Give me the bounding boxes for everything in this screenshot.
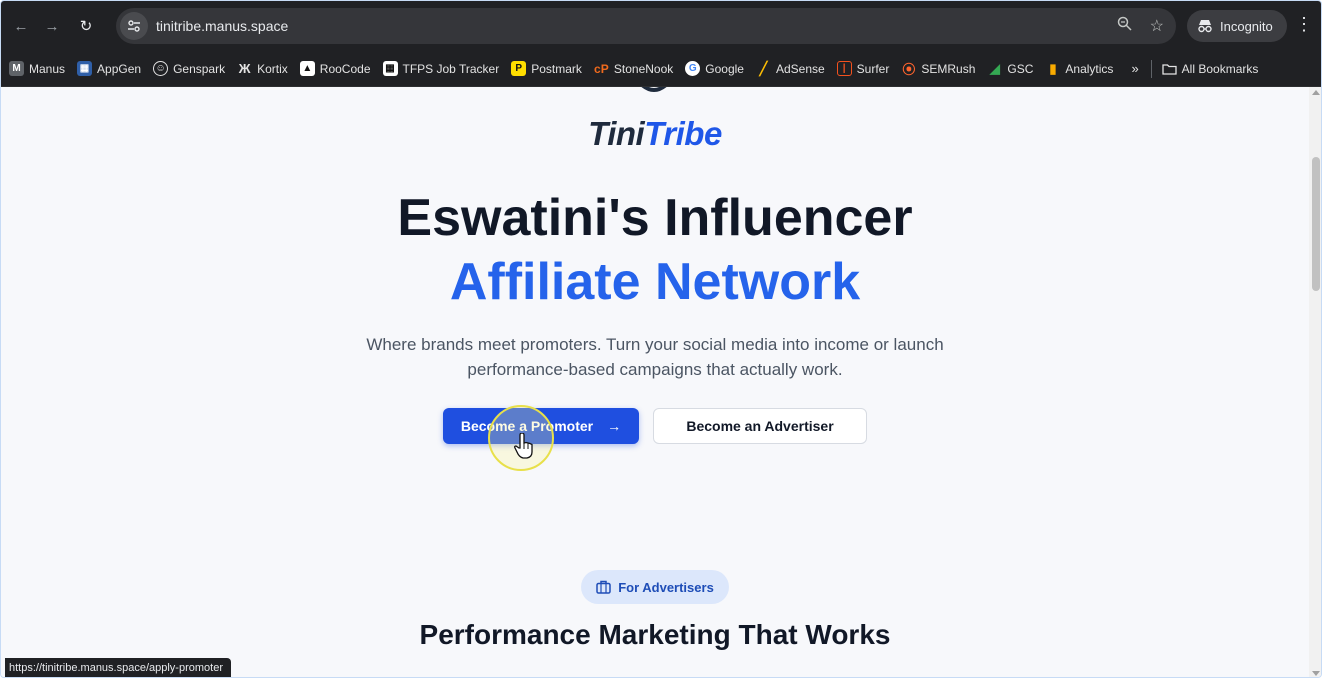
bookmark-item[interactable]: M Manus <box>9 61 65 76</box>
incognito-icon <box>1198 20 1212 33</box>
bookmark-label: GSC <box>1007 61 1034 76</box>
site-info-icon[interactable] <box>120 12 148 40</box>
url-text[interactable]: tinitribe.manus.space <box>156 18 288 34</box>
tfps-icon: ▦ <box>382 61 398 76</box>
bookmark-label: RooCode <box>319 61 371 76</box>
scroll-down-icon[interactable] <box>1312 671 1320 676</box>
become-advertiser-button[interactable]: Become an Advertiser <box>653 408 867 444</box>
scroll-thumb[interactable] <box>1312 157 1320 291</box>
analytics-icon: ▮ <box>1049 60 1057 76</box>
bookmark-item[interactable]: ▲ RooCode <box>299 61 371 76</box>
briefcase-icon <box>596 580 611 594</box>
kortix-icon: Ж <box>238 61 251 76</box>
bookmarks-bar: M Manus ▦ AppGen ☺ Genspark Ж Kortix ▲ RooCod… <box>1 51 1321 87</box>
bookmark-label: AdSense <box>775 61 825 76</box>
bookmark-item[interactable]: G Google <box>685 61 744 76</box>
bookmark-item[interactable]: P Postmark <box>511 61 582 76</box>
page-content: TiniTribe Eswatini's Influencer Affiliat… <box>1 87 1309 677</box>
bookmark-label: Google <box>705 61 744 76</box>
bookmark-item[interactable]: | Surfer <box>836 61 890 76</box>
bookmark-label: Genspark <box>173 61 226 76</box>
bookmark-label: AppGen <box>97 61 142 76</box>
forward-icon[interactable]: → <box>41 15 63 37</box>
bookmarks-overflow-icon[interactable]: » <box>1131 61 1138 76</box>
bookmark-label: Analytics <box>1065 61 1114 76</box>
bookmark-item[interactable]: ▦ AppGen <box>77 61 141 76</box>
reload-icon[interactable]: ↻ <box>75 15 97 37</box>
manus-icon: M <box>9 61 24 76</box>
roocode-icon: ▲ <box>299 61 315 76</box>
bookmark-item[interactable]: ▮ Analytics <box>1045 61 1113 76</box>
adsense-icon: ╱ <box>759 60 768 76</box>
hand-cursor-icon <box>514 433 533 459</box>
shield-logo-icon <box>641 87 667 92</box>
vertical-scrollbar[interactable] <box>1309 87 1321 677</box>
bookmark-item[interactable]: ◢ GSC <box>987 60 1034 76</box>
browser-toolbar: ← → ↻ tinitribe.manus.space ☆ Incognito … <box>1 1 1321 51</box>
bookmark-label: SEMRush <box>921 61 976 76</box>
surfer-icon: | <box>836 61 852 76</box>
become-advertiser-label: Become an Advertiser <box>686 418 834 434</box>
badge-label: For Advertisers <box>618 579 714 595</box>
bookmark-item[interactable]: Ж Kortix <box>237 61 288 76</box>
zoom-icon[interactable] <box>1117 16 1132 36</box>
all-bookmarks-label: All Bookmarks <box>1181 61 1259 76</box>
hero-description: Where brands meet promoters. Turn your s… <box>366 335 944 379</box>
bookmark-item[interactable]: ☺ Genspark <box>153 61 225 76</box>
bookmark-label: StoneNook <box>613 61 674 76</box>
all-bookmarks-button[interactable]: All Bookmarks <box>1162 61 1259 76</box>
bookmark-label: Surfer <box>856 61 890 76</box>
genspark-icon: ☺ <box>153 61 169 76</box>
google-icon: G <box>685 61 701 76</box>
browser-window: ← → ↻ tinitribe.manus.space ☆ Incognito … <box>0 0 1322 678</box>
hero-accent-title: Affiliate Network <box>449 253 861 311</box>
bookmark-label: Manus <box>29 61 66 76</box>
incognito-button[interactable]: Incognito <box>1187 10 1287 42</box>
bookmark-item[interactable]: ▦ TFPS Job Tracker <box>382 61 500 76</box>
bookmark-item[interactable]: ⦿ SEMRush <box>901 61 976 78</box>
address-bar[interactable]: tinitribe.manus.space ☆ <box>116 8 1176 44</box>
arrow-right-icon: → <box>607 418 622 434</box>
for-advertisers-badge: For Advertisers <box>581 570 729 604</box>
bookmark-label: TFPS Job Tracker <box>402 61 500 76</box>
appgen-icon: ▦ <box>77 61 93 76</box>
brand-name-part2: Tribe <box>644 115 722 152</box>
back-icon[interactable]: ← <box>10 15 32 37</box>
incognito-label: Incognito <box>1220 18 1273 34</box>
stonenook-icon: cP <box>594 61 609 76</box>
more-menu-icon[interactable]: ⋮ <box>1295 14 1313 34</box>
bookmark-label: Kortix <box>257 61 288 76</box>
scroll-up-icon[interactable] <box>1312 90 1320 95</box>
status-bar-url: https://tinitribe.manus.space/apply-prom… <box>5 658 231 677</box>
bookmark-label: Postmark <box>531 61 582 76</box>
bookmark-star-icon[interactable]: ☆ <box>1150 16 1164 36</box>
postmark-icon: P <box>511 61 527 76</box>
folder-icon <box>1162 63 1177 75</box>
brand-logo[interactable]: TiniTribe <box>1 115 1309 153</box>
bookmark-item[interactable]: ╱ AdSense <box>756 61 825 76</box>
section-title: Performance Marketing That Works <box>419 619 891 650</box>
bookmarks-divider <box>1150 59 1152 78</box>
hero-title: Eswatini's Influencer <box>397 189 913 247</box>
bookmark-item[interactable]: cP StoneNook <box>594 61 673 76</box>
gsc-icon: ◢ <box>989 60 1000 76</box>
brand-name-part1: Tini <box>588 115 645 152</box>
semrush-icon: ⦿ <box>902 62 916 77</box>
